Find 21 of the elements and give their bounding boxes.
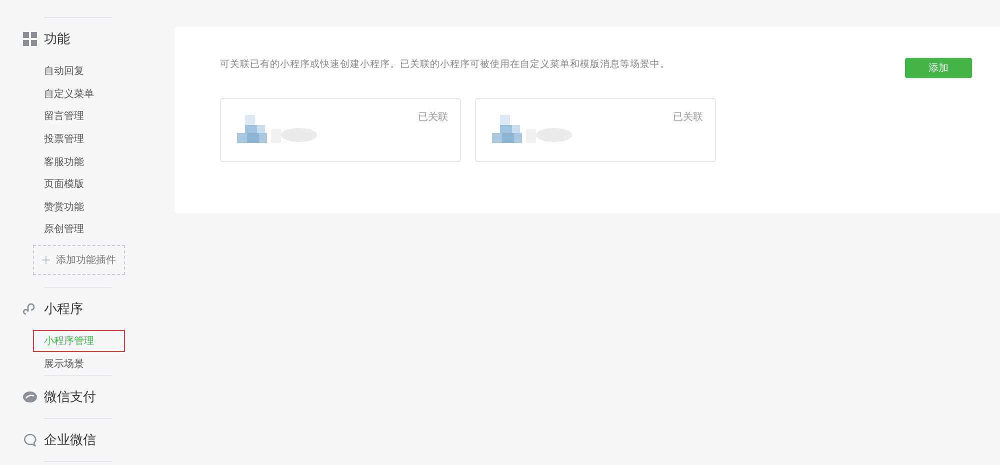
menu-section-title[interactable]: 小程序 (44, 300, 83, 318)
menu-item[interactable]: 展示场景 (33, 352, 95, 375)
menu-item[interactable]: 原创管理 (33, 218, 95, 240)
linked-status: 已关联 (673, 110, 703, 124)
plus-icon (42, 254, 50, 266)
menu-item[interactable]: 投票管理 (33, 128, 95, 150)
menu-section-title[interactable]: 功能 (44, 30, 70, 48)
description-text: 可关联已有的小程序或快速创建小程序。已关联的小程序可被使用在自定义菜单和模版消息等场景中。 (220, 58, 670, 71)
linked-status: 已关联 (418, 110, 448, 124)
menu-item[interactable]: 页面模版 (33, 173, 95, 196)
menu-item[interactable]: 自定义菜单 (33, 82, 105, 105)
add-plugin-button[interactable]: 添加功能插件 (33, 244, 125, 275)
chat-icon (23, 432, 37, 447)
menu-section-title[interactable]: 企业微信 (44, 430, 96, 449)
menu-item[interactable]: 客服功能 (33, 150, 95, 173)
grid-icon (23, 32, 37, 46)
menu-item[interactable]: 赞赏功能 (33, 196, 95, 218)
menu-section-title[interactable]: 微信支付 (44, 388, 96, 406)
menu-item[interactable]: 自动回复 (33, 60, 95, 82)
link-icon (23, 302, 37, 316)
menu-item[interactable]: 留言管理 (33, 105, 95, 128)
